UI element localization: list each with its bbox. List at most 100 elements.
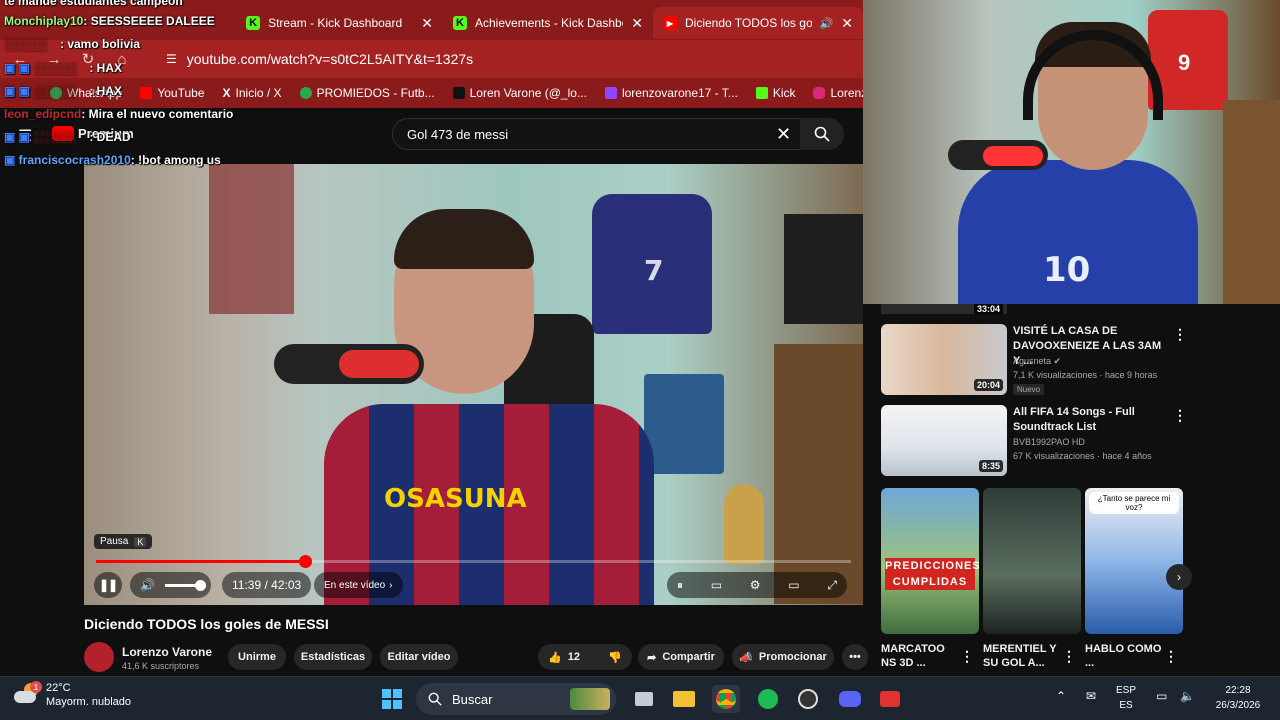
progress-bar[interactable] <box>96 555 851 568</box>
site-settings-icon[interactable]: ☰ <box>166 52 177 66</box>
recommendation-item[interactable]: 20:04 VISITÉ LA CASA DE DAVOOXENEIZE A L… <box>881 324 1187 396</box>
previous-recommendation[interactable]: 33:04 <box>881 304 1007 314</box>
theater-mode-icon[interactable]: ▭ <box>788 578 799 592</box>
network-status-icon[interactable]: ✉ <box>1086 689 1096 704</box>
more-vert-icon[interactable]: ⋮ <box>1062 648 1076 665</box>
player-right-controls: ⏸ ▭ ⚙ ▭ ⤢ <box>667 572 847 598</box>
subtitles-icon[interactable]: ▭ <box>711 578 722 592</box>
short-thumbnail[interactable]: ¿Tanto se parece mi voz? <box>1085 488 1183 634</box>
tab-youtube-video[interactable]: ▶ Diciendo TODOS los gol 🔊 ✕ <box>653 7 863 39</box>
spotify-icon[interactable] <box>754 685 782 713</box>
bookmark-x[interactable]: X Inicio / X <box>223 86 282 100</box>
more-vert-icon[interactable]: ⋮ <box>1173 407 1187 424</box>
stats-button[interactable]: Estadísticas <box>294 644 372 670</box>
chat-line: Monchiplay10: SEESSEEEE DALEEE <box>4 14 215 28</box>
weather-widget[interactable]: 1 22°C Mayorm. nublado <box>14 681 131 709</box>
taskbar-search[interactable]: Buscar <box>416 683 616 715</box>
edit-video-button[interactable]: Editar vídeo <box>380 644 458 670</box>
chevron-right-icon: › <box>1177 570 1181 584</box>
promiedos-icon <box>299 87 312 99</box>
short-title[interactable]: MARCATOO NS 3D ... <box>881 642 961 670</box>
clock-date: 26/3/2026 <box>1215 700 1261 711</box>
wifi-icon[interactable]: ▭ <box>1156 689 1167 704</box>
close-icon[interactable]: ✕ <box>421 15 433 32</box>
search-value: Gol 473 de messi <box>407 126 509 142</box>
close-icon[interactable]: ✕ <box>841 15 853 32</box>
url-field[interactable]: ☰ youtube.com/watch?v=s0tC2L5AITY&t=1327… <box>166 51 473 67</box>
close-icon[interactable]: ✕ <box>631 15 643 32</box>
bookmark-label: YouTube <box>157 86 205 100</box>
recommendation-item[interactable]: 8:35 All FIFA 14 Songs - Full Soundtrack… <box>881 405 1187 477</box>
player-card <box>644 374 724 474</box>
chat-message: : DEAD <box>89 130 131 144</box>
volume-slider[interactable] <box>164 579 206 591</box>
tab-kick-stream[interactable]: K Stream - Kick Dashboard ✕ <box>236 7 443 39</box>
chrome-icon[interactable] <box>712 685 740 713</box>
shorts-next-button[interactable]: › <box>1166 564 1192 590</box>
chat-line: ▣ ▣ ░░░░░: HAX <box>4 61 122 75</box>
verified-icon: ✔ <box>1053 356 1062 366</box>
chat-line: ▣ ▣ ░░░░░: DEAD <box>4 130 131 144</box>
chat-line: ▣ franciscocrash2010: !bot among us <box>4 153 221 167</box>
channel-name: Agusneta <box>1013 356 1052 366</box>
thumbnail: 8:35 <box>881 405 1007 476</box>
view-count: 7,1 K visualizaciones · hace 9 horas <box>1013 370 1158 380</box>
channel-name[interactable]: Lorenzo Varone <box>122 645 212 659</box>
weather-text: 22°C Mayorm. nublado <box>46 681 131 709</box>
search-highlight-image <box>570 688 610 710</box>
autoplay-toggle-icon[interactable]: ⏸ <box>677 578 683 593</box>
obs-icon[interactable] <box>794 685 822 713</box>
more-vert-icon[interactable]: ⋮ <box>1173 326 1187 343</box>
short-title[interactable]: MERENTIEL Y SU GOL A... <box>983 642 1063 670</box>
join-button[interactable]: Unirme <box>228 644 286 670</box>
chat-message: : Mira el nuevo comentario <box>81 107 234 121</box>
short-thumbnail[interactable] <box>983 488 1081 634</box>
windows-taskbar: 1 22°C Mayorm. nublado Buscar ⌃ ✉ ESP ES… <box>0 676 1280 720</box>
short-thumbnail[interactable]: PREDICCIONES CUMPLIDAS <box>881 488 979 634</box>
clock[interactable]: 22:28 26/3/2026 <box>1206 683 1270 713</box>
fullscreen-icon[interactable]: ⤢ <box>827 578 837 593</box>
thumbs-down-icon[interactable]: 👎 <box>608 651 622 664</box>
tab-kick-achievements[interactable]: K Achievements - Kick Dashbo ✕ <box>443 7 653 39</box>
settings-gear-icon[interactable]: ⚙ <box>750 578 761 592</box>
language-top: ESP <box>1116 685 1137 696</box>
avatar[interactable] <box>84 642 114 672</box>
bookmark-promiedos[interactable]: PROMIEDOS - Futb... <box>299 86 435 100</box>
new-badge: Nuevo <box>1013 384 1045 395</box>
video-player[interactable]: 7 OSASUNA <box>84 164 863 605</box>
pause-button[interactable]: ❚❚ <box>94 572 122 598</box>
shirt-number: 10 <box>1043 250 1091 290</box>
chevron-up-icon[interactable]: ⌃ <box>1056 689 1066 704</box>
bookmark-twitch[interactable]: lorenzovarone17 - T... <box>604 86 738 100</box>
bookmark-tiktok[interactable]: Loren Varone (@_lo... <box>452 86 587 100</box>
volume-icon[interactable]: 🔈 <box>1180 689 1195 704</box>
more-vert-icon[interactable]: ⋮ <box>1164 648 1178 665</box>
chat-user: ░░░░░ <box>4 37 47 51</box>
task-view-icon[interactable] <box>630 685 658 713</box>
short-title[interactable]: HABLO COMO ... <box>1085 642 1165 670</box>
more-vert-icon[interactable]: ⋮ <box>960 648 974 665</box>
search-button[interactable] <box>800 118 844 150</box>
search-input[interactable]: Gol 473 de messi <box>392 118 808 150</box>
share-button[interactable]: ➦ Compartir <box>638 644 724 670</box>
clear-icon[interactable]: ✕ <box>776 124 791 145</box>
bookmark-youtube[interactable]: YouTube <box>140 86 205 100</box>
file-explorer-icon[interactable] <box>670 685 698 713</box>
bookmark-instagram[interactable]: Lorenzova <box>813 86 863 100</box>
chapters-button[interactable]: En este vídeo › <box>314 572 403 598</box>
promote-button[interactable]: 📣 Promocionar <box>732 644 834 670</box>
like-count: 12 <box>567 650 580 663</box>
app-icon[interactable] <box>876 685 904 713</box>
like-button[interactable]: 👍 12 <box>548 651 580 664</box>
speaker-icon[interactable]: 🔊 <box>820 17 834 30</box>
more-actions-button[interactable]: ••• <box>842 644 868 670</box>
stats-label: Estadísticas <box>300 651 366 663</box>
language-indicator[interactable]: ESP ES <box>1116 683 1136 713</box>
volume-control[interactable]: 🔊 <box>130 572 211 598</box>
discord-icon[interactable] <box>836 685 864 713</box>
cloud-icon <box>14 691 36 703</box>
chat-message: : SEESSEEEE DALEEE <box>83 14 215 28</box>
start-button[interactable] <box>378 685 406 713</box>
bookmark-kick[interactable]: Kick <box>755 86 795 100</box>
temperature: 22°C <box>46 682 71 694</box>
